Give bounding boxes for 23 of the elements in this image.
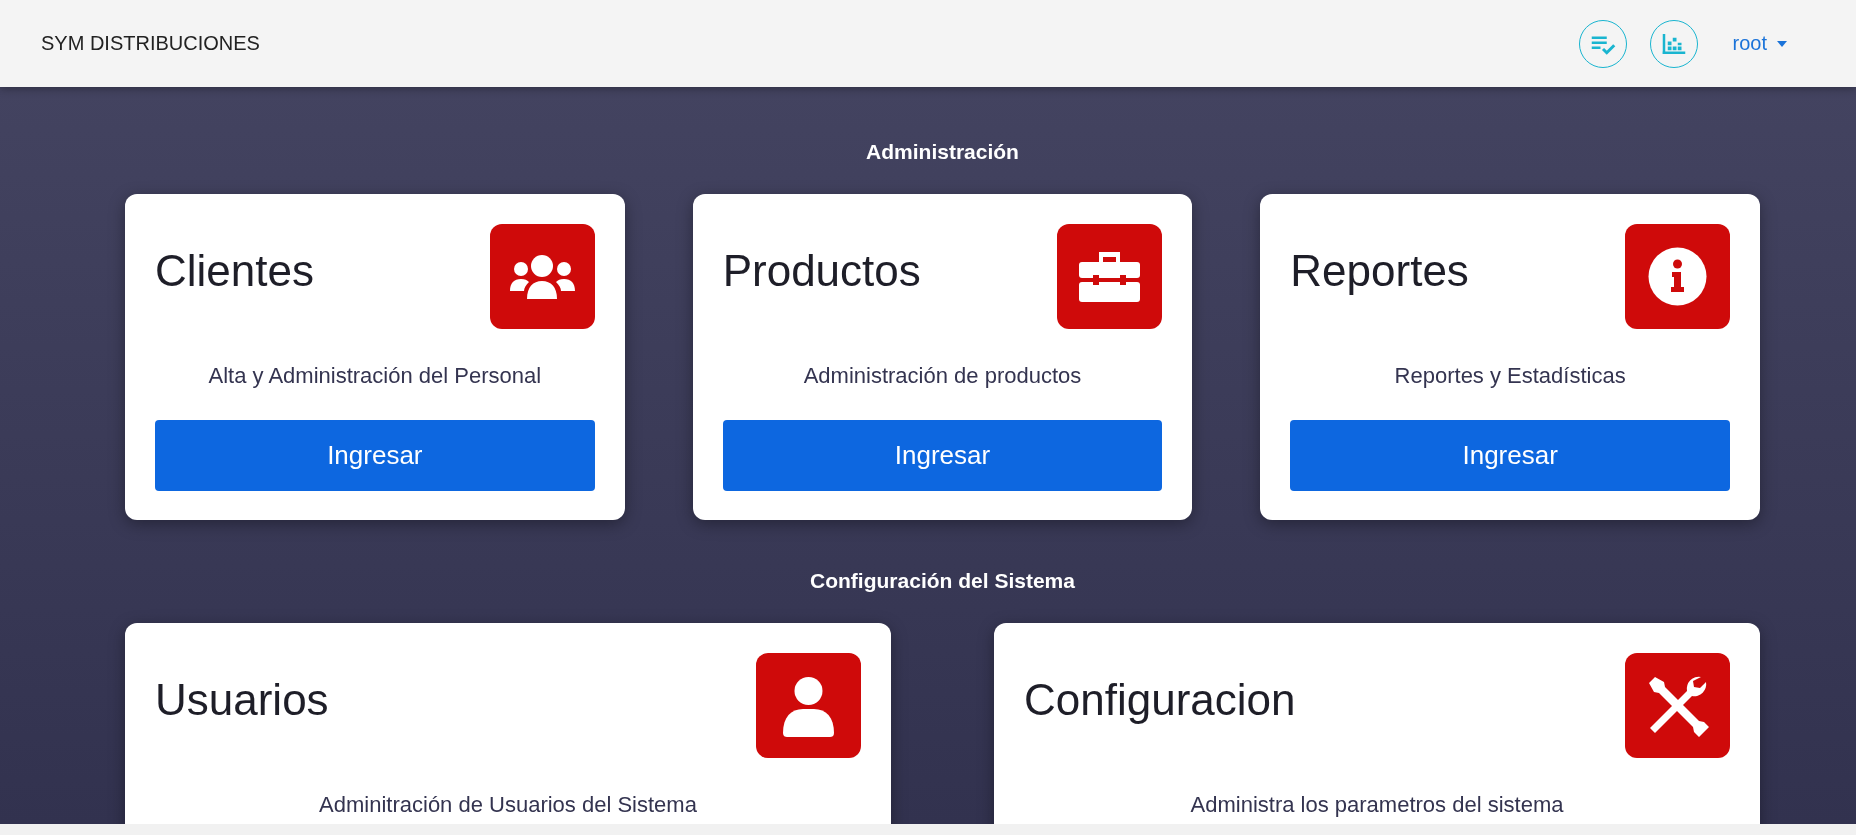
card-title: Configuracion [1024,675,1296,725]
tools-icon [1625,653,1730,758]
user-menu-dropdown[interactable]: root [1732,32,1787,55]
toolbox-icon [1057,224,1163,329]
brand-title[interactable]: SYM DISTRIBUCIONES [41,32,260,55]
caret-icon [1777,40,1787,47]
card-title: Usuarios [155,675,329,725]
enter-button[interactable]: Ingresar [1290,420,1730,491]
card-description: Reportes y Estadísticas [1393,362,1627,390]
card-title: Clientes [155,246,314,296]
users-icon [489,224,595,329]
card-description: Alta y Administración del Personal [207,362,543,390]
user-icon [756,653,861,758]
card-description: Administración de productos [802,362,1083,390]
card-description: Administra los parametros del sistema [1189,791,1565,819]
section-title: Administración [865,139,1020,165]
enter-button[interactable]: Ingresar [155,420,595,491]
section-title: Configuración del Sistema [809,568,1076,594]
card-title: Productos [722,246,921,296]
enter-button[interactable]: Ingresar [722,420,1163,491]
info-icon [1625,224,1730,329]
card-description: Adminitración de Usuarios del Sistema [318,791,698,819]
card-title: Reportes [1290,246,1469,296]
